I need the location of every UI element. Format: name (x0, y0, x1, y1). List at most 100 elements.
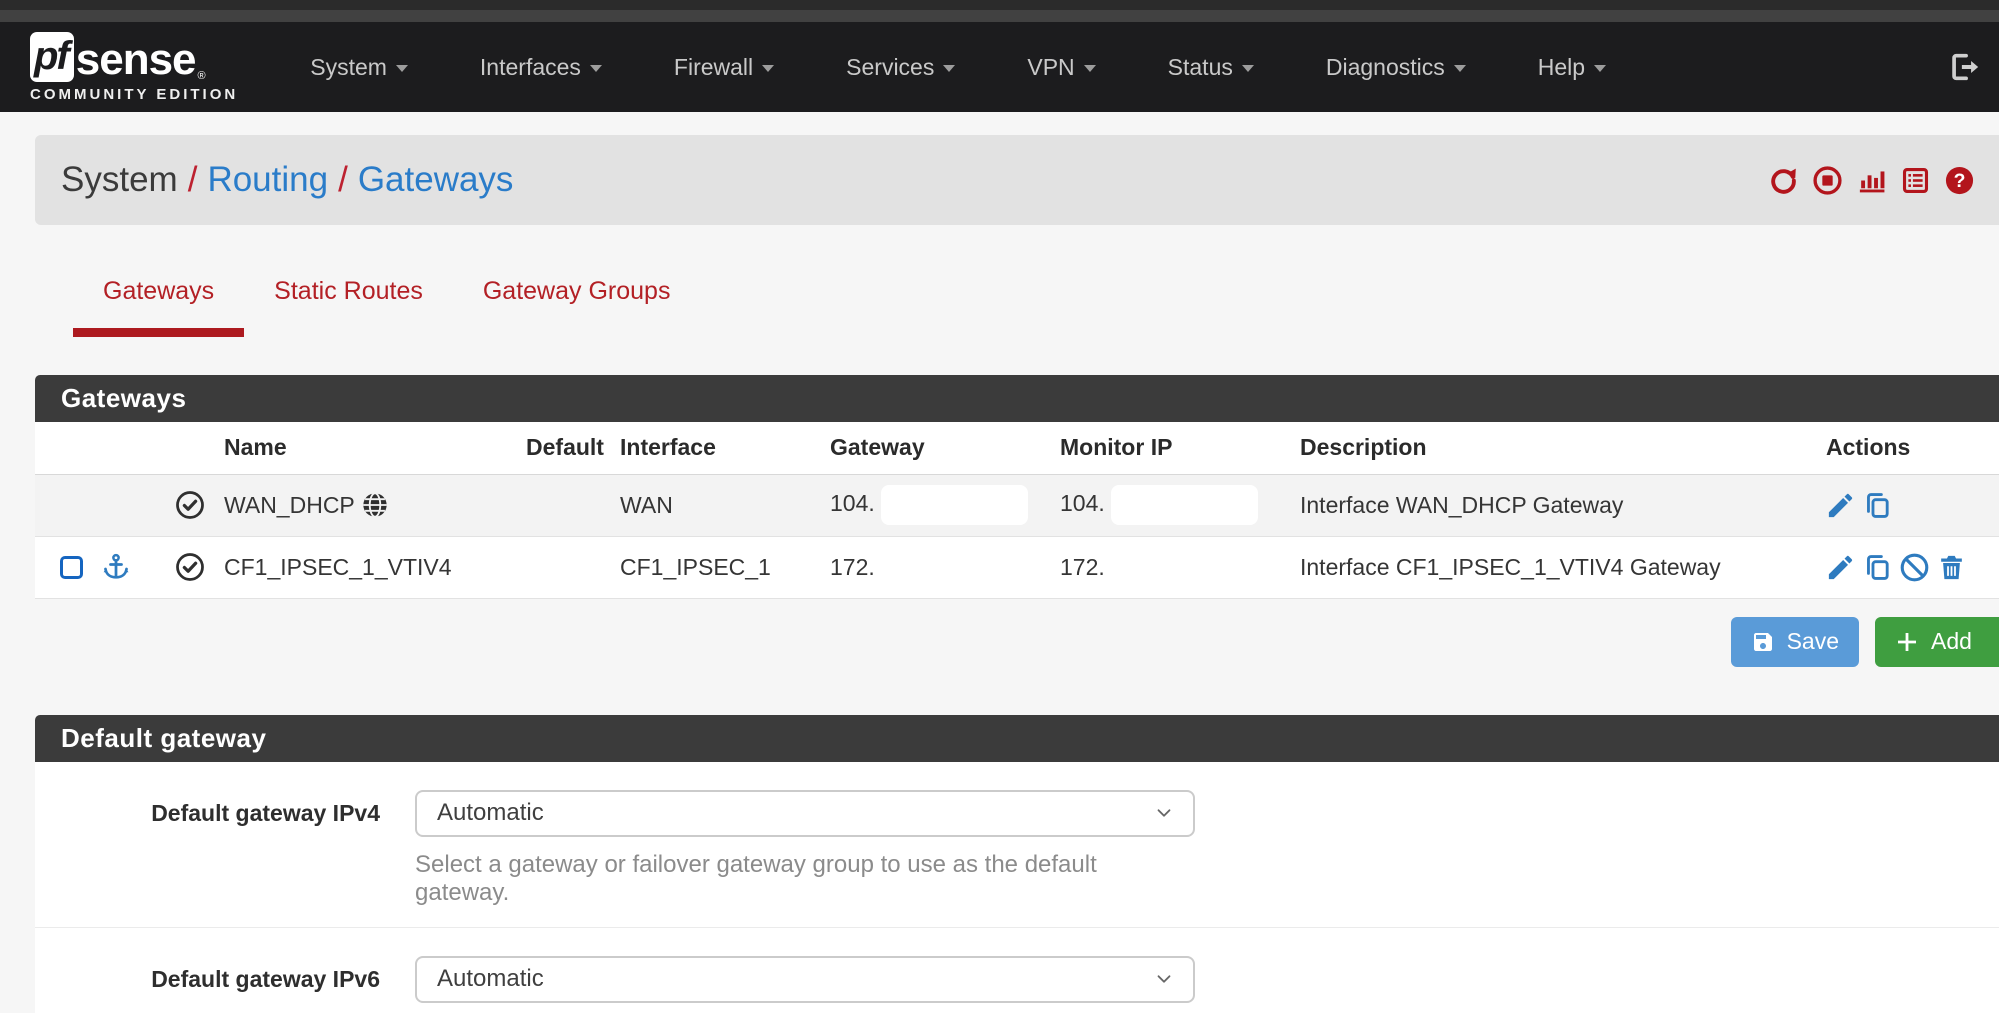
gateway-description: Interface WAN_DHCP Gateway (1275, 474, 1800, 536)
breadcrumb-separator: / (188, 160, 198, 200)
delete-icon[interactable] (1936, 552, 1967, 583)
col-monitor-ip: Monitor IP (1035, 422, 1275, 474)
sign-out-icon[interactable] (1947, 50, 1981, 84)
gateway-interface: WAN (620, 474, 805, 536)
redaction-box (881, 485, 1028, 525)
breadcrumb-system: System (61, 160, 178, 200)
gateway-address: 104. (830, 490, 875, 516)
default-gateway-ipv4-label: Default gateway IPv4 (35, 790, 380, 919)
gateway-address: 172. (805, 536, 1035, 598)
col-name: Name (220, 422, 510, 474)
redaction-box (1111, 485, 1258, 525)
chevron-down-icon (1594, 65, 1606, 72)
col-gateway: Gateway (805, 422, 1035, 474)
breadcrumb-separator: / (338, 160, 348, 200)
default-gateway-ipv4-select[interactable]: Automatic (415, 790, 1195, 837)
chevron-down-icon (1454, 65, 1466, 72)
chevron-down-icon (762, 65, 774, 72)
tab-gateway-groups[interactable]: Gateway Groups (453, 277, 701, 337)
main-menu: System Interfaces Firewall Services VPN … (310, 54, 1606, 81)
menu-interfaces[interactable]: Interfaces (480, 54, 602, 81)
gateway-name: WAN_DHCP (224, 492, 355, 519)
check-circle-icon (175, 490, 205, 520)
gateway-name: CF1_IPSEC_1_VTIV4 (220, 536, 510, 598)
window-top-strip (0, 0, 1999, 10)
chevron-down-icon (396, 65, 408, 72)
anchor-icon[interactable] (101, 552, 131, 582)
default-gateway-ipv6-select[interactable]: Automatic (415, 956, 1195, 1003)
menu-services[interactable]: Services (846, 54, 955, 81)
tab-static-routes[interactable]: Static Routes (244, 277, 453, 337)
gateways-table: Name Default Interface Gateway Monitor I… (35, 422, 1999, 599)
monitor-graph-icon[interactable] (1856, 165, 1887, 196)
panel-title: Gateways (61, 383, 186, 414)
copy-icon[interactable] (1862, 490, 1893, 521)
table-row-wan-dhcp: WAN_DHCP WAN 104. 104. (35, 474, 1999, 536)
check-circle-icon (175, 552, 205, 582)
default-gateway-ipv6-label: Default gateway IPv6 (35, 956, 380, 1013)
gateway-description: Interface CF1_IPSEC_1_VTIV4 Gateway (1275, 536, 1800, 598)
chevron-down-icon (1153, 802, 1175, 824)
chevron-down-icon (590, 65, 602, 72)
form-row-ipv4: Default gateway IPv4 Automatic Select a … (35, 762, 1999, 927)
logo-pf: pf (30, 32, 74, 82)
help-icon[interactable]: ? (1944, 165, 1975, 196)
top-navbar: pfsense® COMMUNITY EDITION System Interf… (0, 22, 1999, 112)
add-button[interactable]: Add (1875, 617, 1999, 667)
logo-sense: sense (76, 38, 196, 82)
table-buttons: Save Add (35, 599, 1999, 667)
log-list-icon[interactable] (1900, 165, 1931, 196)
gateway-default (510, 474, 620, 536)
refresh-icon[interactable] (1768, 165, 1799, 196)
page-action-icons: ? (1768, 165, 1975, 196)
table-row-cf1-ipsec: CF1_IPSEC_1_VTIV4 CF1_IPSEC_1 172. 172. … (35, 536, 1999, 598)
save-icon (1751, 630, 1775, 654)
menu-firewall[interactable]: Firewall (674, 54, 774, 81)
chevron-down-icon (943, 65, 955, 72)
stop-icon[interactable] (1812, 165, 1843, 196)
chevron-down-icon (1084, 65, 1096, 72)
col-description: Description (1275, 422, 1800, 474)
pfsense-logo[interactable]: pfsense® COMMUNITY EDITION (30, 32, 238, 103)
chevron-down-icon (1153, 968, 1175, 990)
routing-tabs: Gateways Static Routes Gateway Groups (35, 277, 1999, 337)
globe-icon (361, 491, 389, 519)
default-gateway-panel: Default gateway Default gateway IPv4 Aut… (35, 715, 1999, 1013)
window-sub-strip (0, 10, 1999, 22)
panel-title: Default gateway (61, 723, 266, 754)
col-actions: Actions (1800, 422, 1999, 474)
monitor-ip: 104. (1060, 490, 1105, 516)
menu-status[interactable]: Status (1168, 54, 1254, 81)
col-interface: Interface (620, 422, 805, 474)
page-container: System / Routing / Gateways (35, 135, 1999, 1013)
menu-vpn[interactable]: VPN (1027, 54, 1095, 81)
row-checkbox[interactable] (60, 556, 83, 579)
gateways-panel-header: Gateways (35, 375, 1999, 422)
plus-icon (1895, 630, 1919, 654)
ipv4-help-text: Select a gateway or failover gateway gro… (415, 851, 1195, 919)
disable-icon[interactable] (1899, 552, 1930, 583)
save-button[interactable]: Save (1731, 617, 1859, 667)
tab-gateways[interactable]: Gateways (73, 277, 244, 337)
col-default: Default (510, 422, 620, 474)
gateways-panel: Gateways Name Default Interface Gateway … (35, 375, 1999, 599)
breadcrumb: System / Routing / Gateways (35, 135, 1999, 225)
table-header-row: Name Default Interface Gateway Monitor I… (35, 422, 1999, 474)
edit-icon[interactable] (1825, 490, 1856, 521)
form-row-ipv6: Default gateway IPv6 Automatic Select a … (35, 927, 1999, 1013)
menu-system[interactable]: System (310, 54, 408, 81)
logo-registered-mark: ® (198, 70, 206, 82)
breadcrumb-gateways-link[interactable]: Gateways (358, 160, 514, 200)
logo-edition-label: COMMUNITY EDITION (30, 86, 238, 103)
svg-text:?: ? (1954, 170, 1966, 192)
gateway-interface: CF1_IPSEC_1 (620, 536, 805, 598)
gateway-default (510, 536, 620, 598)
default-gateway-panel-header: Default gateway (35, 715, 1999, 762)
monitor-ip: 172. (1035, 536, 1275, 598)
menu-diagnostics[interactable]: Diagnostics (1326, 54, 1466, 81)
menu-help[interactable]: Help (1538, 54, 1606, 81)
chevron-down-icon (1242, 65, 1254, 72)
copy-icon[interactable] (1862, 552, 1893, 583)
breadcrumb-routing-link[interactable]: Routing (207, 160, 328, 200)
edit-icon[interactable] (1825, 552, 1856, 583)
